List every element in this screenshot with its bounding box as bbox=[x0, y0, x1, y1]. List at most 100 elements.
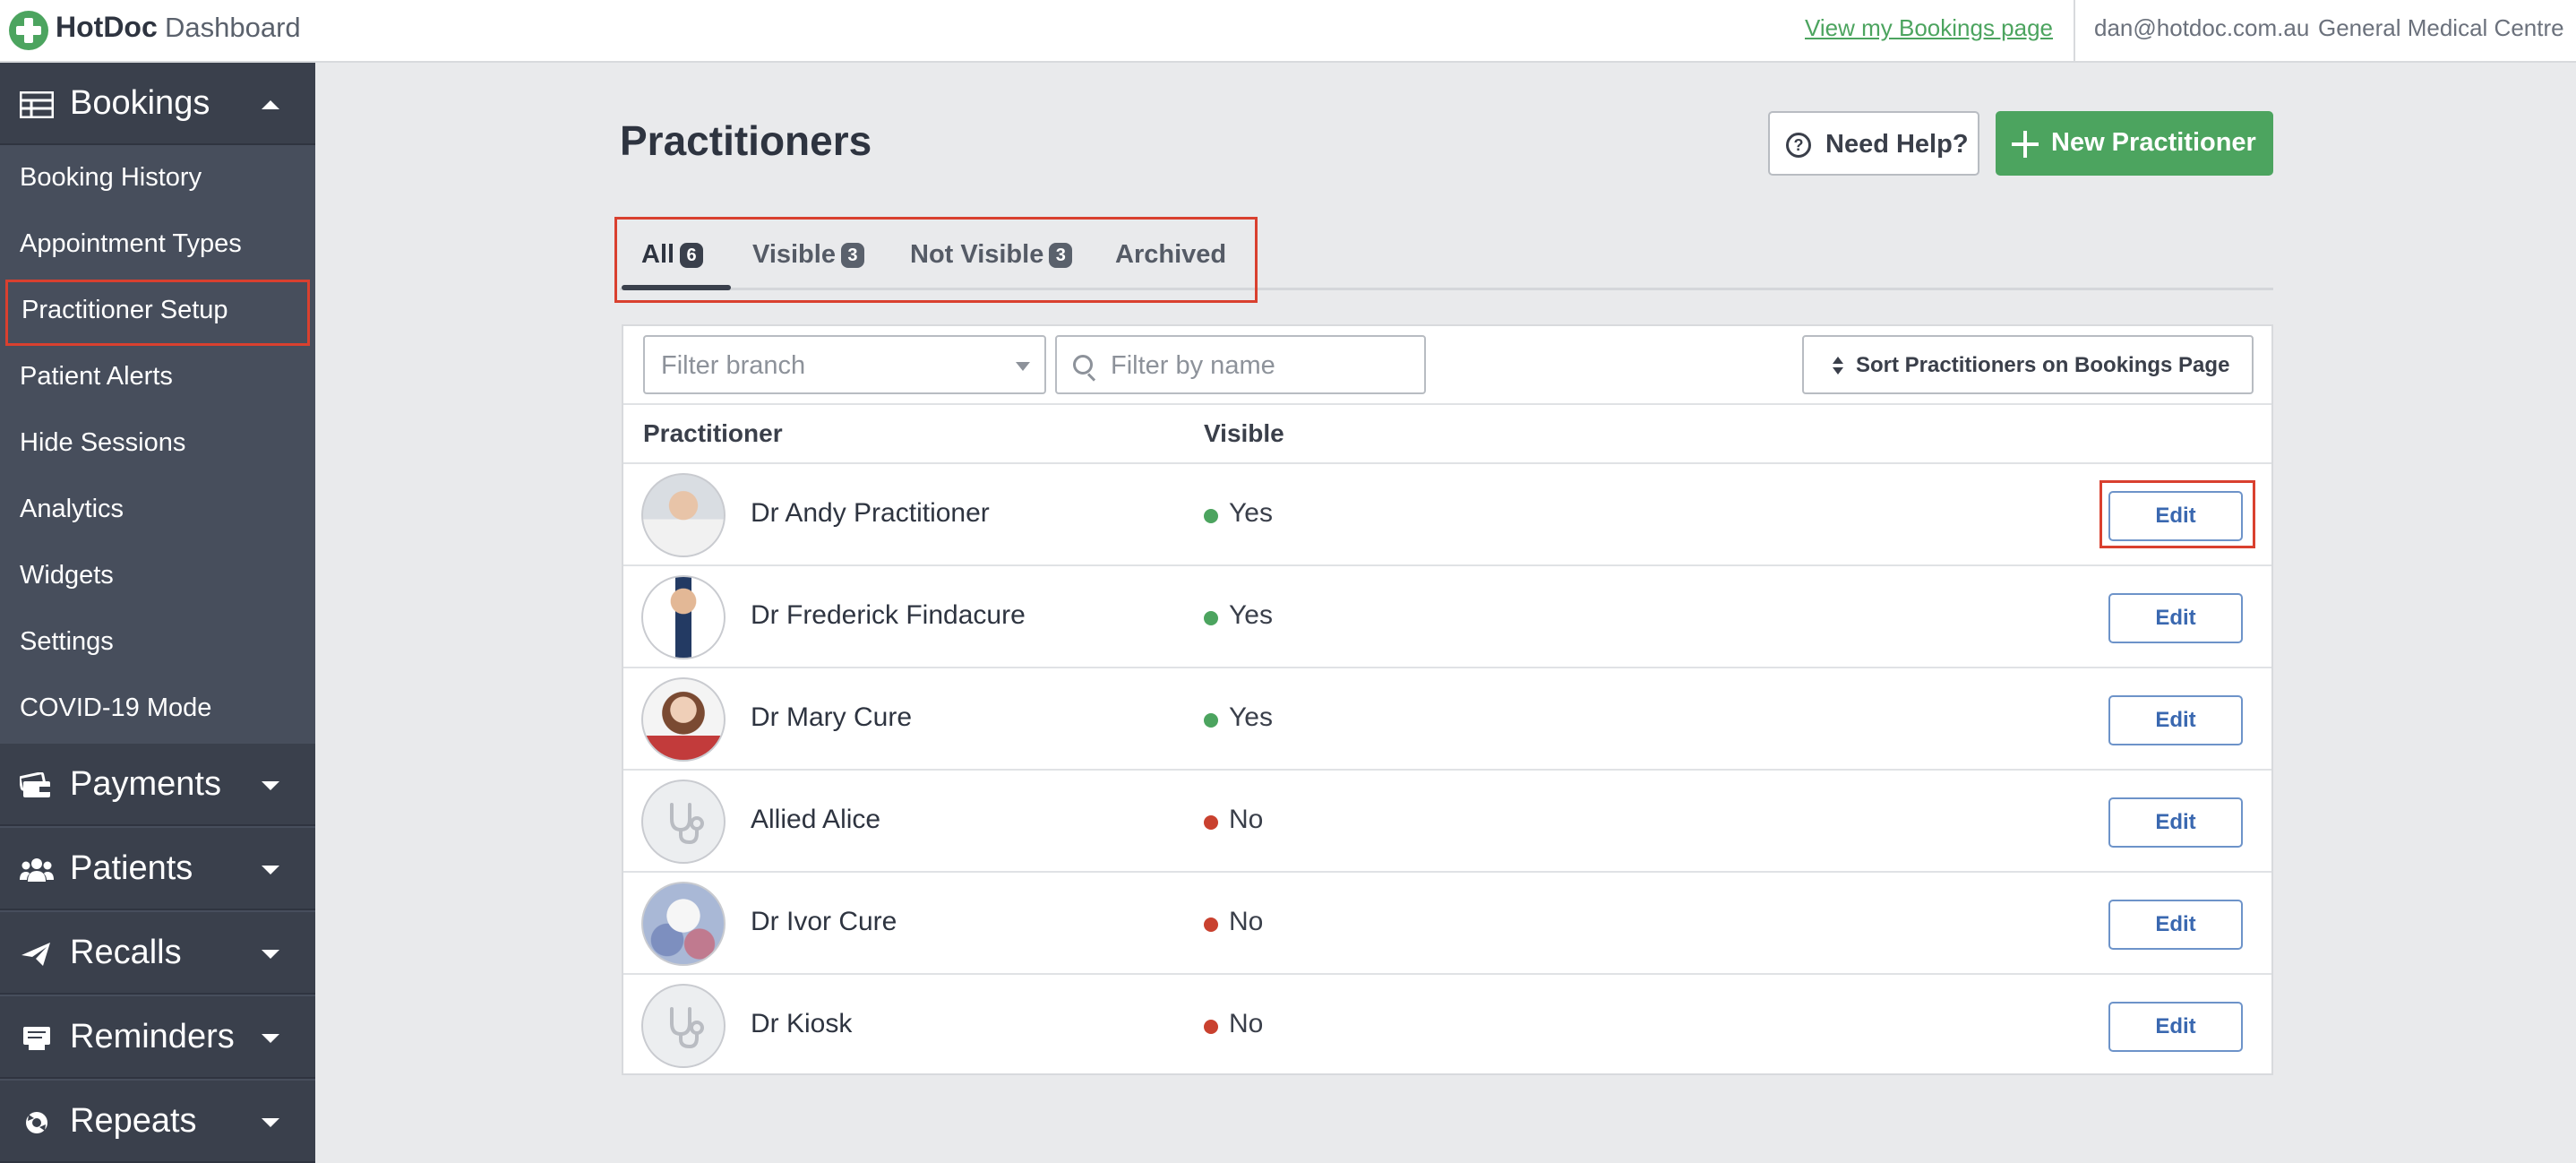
table-row: Dr Andy Practitioner Yes Edit bbox=[623, 464, 2271, 566]
sidebar-item-settings[interactable]: Settings bbox=[0, 611, 315, 677]
brand-subtitle: Dashboard bbox=[165, 12, 301, 43]
tab-label: All bbox=[641, 240, 675, 269]
user-email[interactable]: dan@hotdoc.com.au bbox=[2094, 14, 2309, 42]
sidebar-section-reminders[interactable]: Reminders bbox=[0, 996, 315, 1079]
avatar bbox=[641, 677, 726, 762]
edit-button[interactable]: Edit bbox=[2108, 695, 2243, 745]
practitioners-panel: Filter branch Filter by name Sort Practi… bbox=[622, 324, 2273, 1075]
tab-count-badge: 6 bbox=[680, 243, 704, 269]
new-practitioner-button[interactable]: New Practitioner bbox=[1996, 111, 2273, 176]
visible-status: Yes bbox=[1229, 600, 1273, 630]
need-help-button[interactable]: ? Need Help? bbox=[1768, 111, 1979, 176]
hotdoc-logo-icon bbox=[9, 11, 48, 50]
sidebar-item-label: Hide Sessions bbox=[20, 428, 186, 457]
edit-button[interactable]: Edit bbox=[2108, 593, 2243, 643]
sidebar-item-practitioner-setup[interactable]: Practitioner Setup bbox=[5, 280, 310, 346]
table-header: Practitioner Visible bbox=[623, 403, 2271, 464]
brand-name: HotDoc bbox=[56, 11, 158, 43]
filter-name-placeholder: Filter by name bbox=[1111, 351, 1275, 380]
avatar bbox=[641, 984, 726, 1068]
new-practitioner-label: New Practitioner bbox=[2051, 128, 2256, 157]
sidebar-item-label: Settings bbox=[20, 627, 114, 656]
sidebar-item-widgets[interactable]: Widgets bbox=[0, 545, 315, 611]
chevron-down-icon bbox=[262, 1118, 279, 1127]
avatar bbox=[641, 575, 726, 659]
search-icon bbox=[1073, 355, 1093, 375]
chevron-up-icon bbox=[262, 100, 279, 109]
sidebar-item-label: Analytics bbox=[20, 495, 125, 523]
sort-label: Sort Practitioners on Bookings Page bbox=[1856, 353, 2230, 377]
chevron-down-icon bbox=[262, 781, 279, 790]
sidebar-item-covid-mode[interactable]: COVID-19 Mode bbox=[0, 677, 315, 744]
top-bar: HotDoc Dashboard View my Bookings page d… bbox=[0, 0, 2576, 63]
question-icon: ? bbox=[1786, 133, 1811, 158]
practitioner-name: Dr Kiosk bbox=[751, 1009, 853, 1038]
column-header-visible: Visible bbox=[1204, 419, 1284, 447]
filter-branch-placeholder: Filter branch bbox=[661, 351, 806, 380]
sidebar-item-patient-alerts[interactable]: Patient Alerts bbox=[0, 346, 315, 412]
patients-icon bbox=[20, 858, 54, 882]
sidebar-section-patients[interactable]: Patients bbox=[0, 828, 315, 910]
tab-count-badge: 3 bbox=[1049, 243, 1073, 269]
need-help-label: Need Help? bbox=[1825, 130, 1969, 159]
status-dot bbox=[1204, 917, 1218, 932]
sidebar-section-payments[interactable]: Payments bbox=[0, 744, 315, 826]
tab-all[interactable]: All 6 bbox=[641, 240, 704, 270]
table-row: Allied Alice No Edit bbox=[623, 771, 2271, 873]
sidebar-item-label: Widgets bbox=[20, 561, 114, 590]
chevron-down-icon bbox=[262, 1034, 279, 1043]
sidebar-section-label: Reminders bbox=[70, 1018, 235, 1055]
avatar bbox=[641, 473, 726, 557]
tab-visible[interactable]: Visible 3 bbox=[752, 240, 864, 270]
edit-button[interactable]: Edit bbox=[2108, 491, 2243, 541]
table-row: Dr Frederick Findacure Yes Edit bbox=[623, 566, 2271, 668]
plus-icon bbox=[2012, 131, 2039, 158]
visible-status: Yes bbox=[1229, 702, 1273, 732]
edit-button[interactable]: Edit bbox=[2108, 797, 2243, 848]
sidebar-item-hide-sessions[interactable]: Hide Sessions bbox=[0, 412, 315, 478]
column-header-practitioner: Practitioner bbox=[643, 419, 783, 447]
sidebar-item-booking-history[interactable]: Booking History bbox=[0, 147, 315, 213]
sidebar-section-recalls[interactable]: Recalls bbox=[0, 912, 315, 995]
tab-archived[interactable]: Archived bbox=[1115, 240, 1226, 270]
active-tab-indicator bbox=[622, 285, 731, 290]
sidebar-section-bookings[interactable]: Bookings bbox=[0, 63, 315, 145]
sidebar-item-analytics[interactable]: Analytics bbox=[0, 478, 315, 545]
reminders-icon bbox=[23, 1027, 50, 1050]
edit-button[interactable]: Edit bbox=[2108, 900, 2243, 950]
tab-label: Archived bbox=[1115, 240, 1227, 269]
filter-branch-select[interactable]: Filter branch bbox=[643, 335, 1046, 394]
visible-status: No bbox=[1229, 805, 1264, 834]
sidebar-item-label: Appointment Types bbox=[20, 229, 242, 258]
sidebar-section-label: Payments bbox=[70, 765, 221, 803]
table-row: Dr Kiosk No Edit bbox=[623, 975, 2271, 1077]
stethoscope-icon bbox=[670, 803, 704, 845]
top-divider bbox=[2074, 0, 2075, 63]
sidebar-item-label: Booking History bbox=[20, 163, 202, 192]
edit-button[interactable]: Edit bbox=[2108, 1002, 2243, 1052]
dropdown-arrow-icon bbox=[1016, 362, 1030, 371]
practitioner-name: Dr Mary Cure bbox=[751, 702, 913, 732]
tab-not-visible[interactable]: Not Visible 3 bbox=[910, 240, 1073, 270]
sort-practitioners-button[interactable]: Sort Practitioners on Bookings Page bbox=[1802, 335, 2254, 394]
status-dot bbox=[1204, 815, 1218, 830]
sidebar-section-label: Bookings bbox=[70, 84, 210, 122]
status-dot bbox=[1204, 509, 1218, 523]
clinic-name[interactable]: General Medical Centre bbox=[2318, 14, 2564, 42]
sidebar-section-label: Recalls bbox=[70, 934, 182, 971]
sidebar-item-label: COVID-19 Mode bbox=[20, 693, 212, 722]
payments-icon bbox=[20, 772, 50, 797]
filter-by-name-input[interactable]: Filter by name bbox=[1055, 335, 1426, 394]
practitioner-name: Allied Alice bbox=[751, 805, 881, 834]
practitioner-name: Dr Ivor Cure bbox=[751, 907, 897, 936]
chevron-down-icon bbox=[262, 950, 279, 959]
sort-icon bbox=[1833, 357, 1843, 376]
chevron-down-icon bbox=[262, 866, 279, 874]
sidebar-item-appointment-types[interactable]: Appointment Types bbox=[0, 213, 315, 280]
visible-status: No bbox=[1229, 1009, 1264, 1038]
page-title: Practitioners bbox=[620, 117, 872, 164]
sidebar-section-repeats[interactable]: Repeats bbox=[0, 1081, 315, 1163]
repeats-icon bbox=[26, 1112, 47, 1133]
view-bookings-link[interactable]: View my Bookings page bbox=[1805, 14, 2053, 42]
practitioner-name: Dr Andy Practitioner bbox=[751, 498, 990, 528]
